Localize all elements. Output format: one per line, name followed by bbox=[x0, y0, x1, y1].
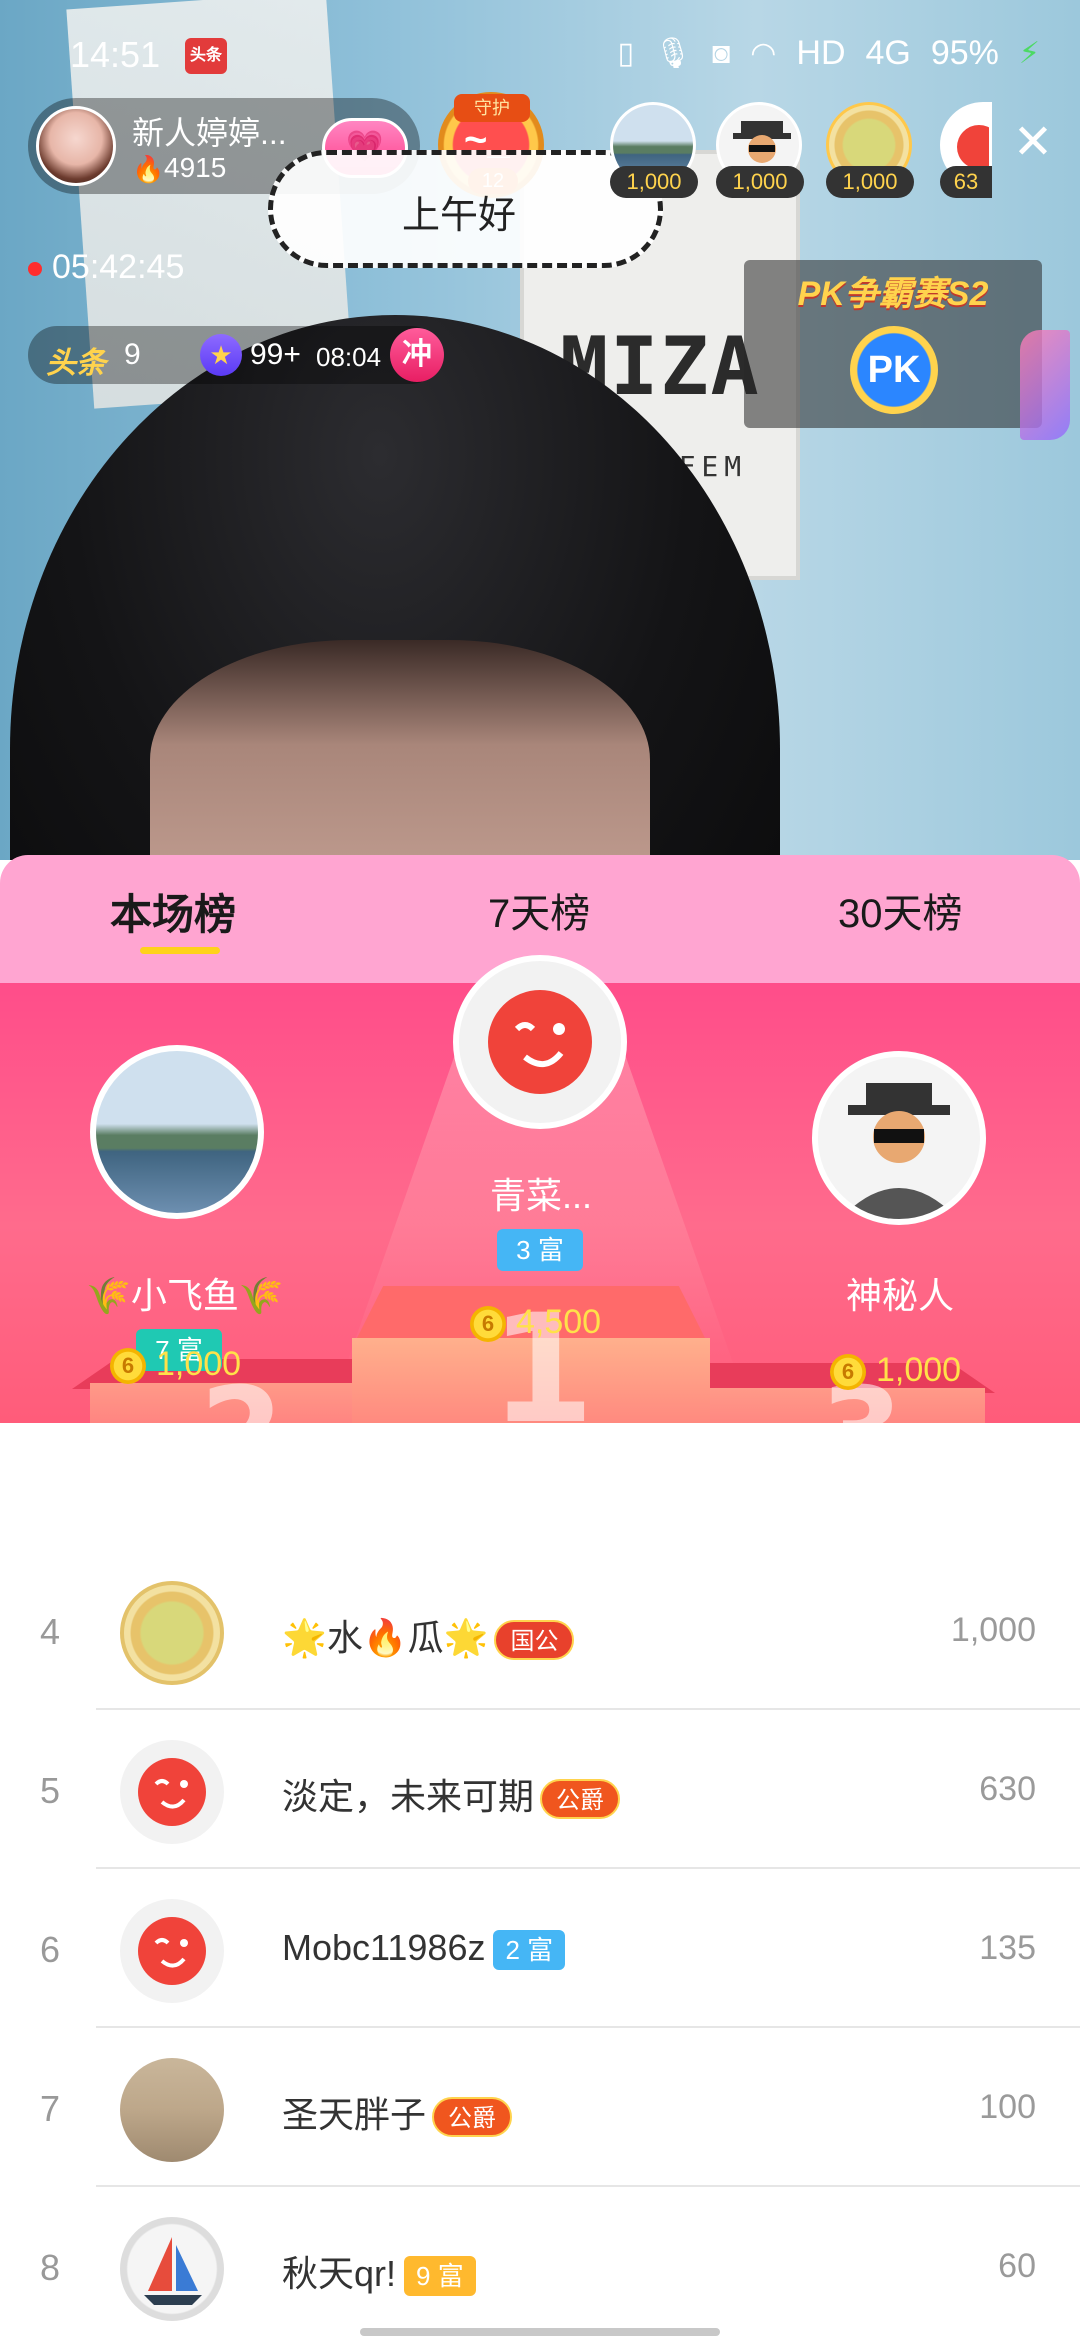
amount-value: 1,000 bbox=[876, 1351, 962, 1389]
rush-button[interactable]: 冲 bbox=[390, 328, 444, 382]
list-item[interactable]: 5 淡定，未来可期 公爵 630 bbox=[0, 1710, 1080, 1869]
contribution-value: 1,000 bbox=[950, 1611, 1036, 1649]
star-count: 99+ bbox=[250, 338, 301, 371]
host-heat-count: 4915 bbox=[164, 152, 227, 183]
avatar[interactable] bbox=[120, 2217, 224, 2321]
third-place-name: 神秘人 bbox=[846, 1275, 955, 1316]
user-name: 淡定，未来可期 公爵 bbox=[282, 1768, 621, 1820]
second-place-avatar[interactable] bbox=[90, 1045, 264, 1219]
rank-number: 6 bbox=[40, 1929, 61, 1970]
rank-number: 5 bbox=[40, 1770, 61, 1811]
ranking-panel: 本场榜 7天榜 30天榜 1 2 3 青菜... 3 富 64,500 🌾小飞鱼… bbox=[0, 855, 1080, 2340]
tab-30-days[interactable]: 30天榜 bbox=[838, 881, 963, 939]
amount-value: 4,500 bbox=[516, 1303, 602, 1341]
status-bar: 14:51 头条 ▯ 🎙 ◙ ◠ HD 4G 95% ⚡ bbox=[0, 20, 1080, 90]
pk-title: PK争霸赛S2 bbox=[797, 275, 989, 313]
coin-icon: 6 bbox=[830, 1354, 866, 1391]
toutiao-count: 9 bbox=[124, 338, 141, 371]
wink-face-icon bbox=[488, 990, 592, 1094]
wink-face-icon bbox=[957, 125, 989, 169]
camera-icon: ◙ bbox=[712, 36, 731, 70]
viewer-contribution: 1,000 bbox=[826, 166, 914, 198]
avatar[interactable] bbox=[120, 1581, 224, 1685]
ranking-list: 4 🌟水🔥瓜🌟 国公 1,000 5 淡定，未来可期 公爵 630 6 Mobc… bbox=[0, 1551, 1080, 2340]
status-indicators: ▯ 🎙 ◙ ◠ HD 4G 95% ⚡ bbox=[617, 34, 1040, 73]
avatar[interactable] bbox=[120, 2058, 224, 2162]
second-place-name: 🌾小飞鱼🌾 bbox=[86, 1275, 284, 1316]
guard-tag: 守护 bbox=[454, 94, 530, 122]
battery-level: 95% bbox=[930, 34, 999, 72]
wealth-badge: 3 富 bbox=[497, 1229, 583, 1271]
user-name: 🌟水🔥瓜🌟 国公 bbox=[282, 1609, 575, 1661]
first-place-avatar[interactable] bbox=[453, 955, 627, 1129]
pk-event-card[interactable]: PK争霸赛S2 PK bbox=[744, 260, 1042, 428]
info-bar[interactable]: 头条 9 ★ 99+ 08:04 bbox=[28, 326, 440, 384]
avatar[interactable] bbox=[36, 106, 116, 186]
star-countdown: 08:04 bbox=[316, 342, 382, 372]
butterfly-decoration bbox=[1020, 330, 1070, 440]
noble-badge: 国公 bbox=[494, 1620, 575, 1661]
list-item[interactable]: 8 秋天qr! 9 富 60 bbox=[0, 2187, 1080, 2340]
viewer-contribution: 1,000 bbox=[610, 166, 698, 198]
contribution-value: 630 bbox=[979, 1770, 1036, 1808]
pk-button[interactable]: PK bbox=[850, 326, 938, 414]
wealth-badge: 9 富 bbox=[404, 2256, 476, 2297]
user-name: 圣天胖子 公爵 bbox=[282, 2086, 513, 2138]
wealth-badge: 2 富 bbox=[493, 1930, 566, 1971]
close-icon[interactable]: ✕ bbox=[1010, 119, 1056, 167]
charging-icon: ⚡ bbox=[1018, 37, 1040, 70]
avatar[interactable] bbox=[120, 1899, 224, 2003]
first-place-amount: 6 4,500 bbox=[470, 1303, 602, 1343]
live-dot-icon bbox=[28, 262, 42, 277]
live-timer-text: 05:42:45 bbox=[52, 248, 185, 286]
first-place-name: 青菜... bbox=[490, 1175, 593, 1216]
user-name: Mobc11986z 2 富 bbox=[282, 1927, 566, 1971]
greeting-text: 上午好 bbox=[402, 195, 517, 237]
toutiao-label: 头条 bbox=[46, 347, 106, 380]
second-place-amount: 6 1,000 bbox=[110, 1345, 242, 1385]
fire-icon: 🔥 bbox=[132, 154, 165, 184]
tab-7-days[interactable]: 7天榜 bbox=[488, 881, 590, 939]
streamer-face bbox=[150, 640, 650, 860]
contribution-value: 60 bbox=[998, 2247, 1036, 2285]
home-indicator[interactable] bbox=[360, 2328, 720, 2336]
wink-face-icon bbox=[138, 1758, 206, 1826]
noble-badge: 公爵 bbox=[432, 2097, 513, 2138]
rank-number: 4 bbox=[40, 1611, 61, 1652]
noble-badge: 公爵 bbox=[540, 1779, 621, 1820]
network-indicator: 4G bbox=[865, 34, 911, 72]
rank-number: 8 bbox=[40, 2247, 61, 2288]
amount-value: 1,000 bbox=[156, 1345, 242, 1383]
coin-icon: 6 bbox=[110, 1348, 146, 1385]
active-tab-indicator bbox=[140, 947, 220, 954]
viewer-contribution: 1,000 bbox=[716, 166, 804, 198]
host-name: 新人婷婷... bbox=[132, 115, 287, 151]
contribution-value: 135 bbox=[979, 1929, 1036, 1967]
wifi-icon: ◠ bbox=[750, 37, 777, 70]
coin-icon: 6 bbox=[470, 1306, 506, 1343]
list-item[interactable]: 6 Mobc11986z 2 富 135 bbox=[0, 1869, 1080, 2028]
third-place-avatar[interactable] bbox=[812, 1051, 986, 1225]
microphone-icon: 🎙 bbox=[653, 37, 693, 70]
viewer-contribution: 63 bbox=[940, 166, 992, 198]
contribution-value: 100 bbox=[979, 2088, 1036, 2126]
user-name: 秋天qr! 9 富 bbox=[282, 2245, 476, 2297]
star-icon: ★ bbox=[200, 334, 242, 376]
hd-indicator: HD bbox=[796, 34, 846, 72]
wink-face-icon bbox=[138, 1917, 206, 1985]
status-time: 14:51 bbox=[70, 34, 161, 75]
sailboat-icon bbox=[144, 2237, 202, 2305]
spy-icon bbox=[840, 1083, 958, 1219]
list-item[interactable]: 7 圣天胖子 公爵 100 bbox=[0, 2028, 1080, 2187]
list-item[interactable]: 4 🌟水🔥瓜🌟 国公 1,000 bbox=[0, 1551, 1080, 1710]
avatar[interactable] bbox=[120, 1740, 224, 1844]
third-place-amount: 6 1,000 bbox=[830, 1351, 962, 1391]
live-timer: 05:42:45 bbox=[28, 248, 184, 287]
vibrate-icon: ▯ bbox=[617, 37, 634, 70]
tab-current-session[interactable]: 本场榜 bbox=[110, 881, 236, 942]
toutiao-app-icon: 头条 bbox=[185, 38, 227, 74]
rank-number: 7 bbox=[40, 2088, 61, 2129]
